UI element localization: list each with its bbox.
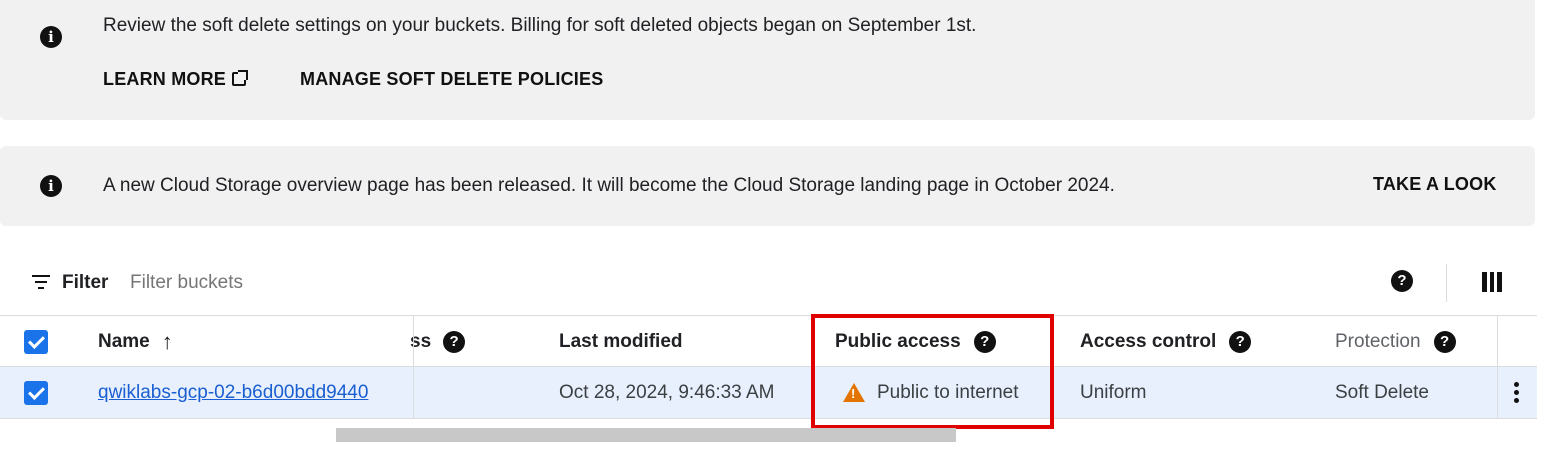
protection-value: Soft Delete [1335, 381, 1429, 403]
filter-bar: Filter Filter buckets ? [0, 262, 1535, 302]
column-header-partial: ss ? [410, 316, 466, 367]
external-link-icon [232, 70, 248, 86]
horizontal-scrollbar[interactable] [336, 428, 956, 442]
bucket-name-link[interactable]: qwiklabs-gcp-02-b6d00bdd9440 [98, 367, 368, 418]
column-header-last-modified[interactable]: Last modified [559, 316, 683, 367]
learn-more-link[interactable]: LEARN MORE [103, 69, 248, 90]
banner-message: Review the soft delete settings on your … [103, 15, 977, 36]
take-a-look-button[interactable]: TAKE A LOOK [1373, 174, 1497, 195]
column-header-protection[interactable]: Protection ? [1335, 316, 1456, 367]
toolbar-divider [1446, 264, 1447, 302]
column-divider [413, 315, 414, 419]
table-row[interactable]: qwiklabs-gcp-02-b6d00bdd9440 Oct 28, 202… [0, 367, 1537, 419]
filter-icon[interactable] [32, 275, 50, 289]
filter-input[interactable]: Filter buckets [130, 272, 243, 294]
soft-delete-banner: i Review the soft delete settings on you… [0, 0, 1535, 120]
public-access-highlight [811, 314, 1054, 429]
table-header-row: Name ↑ ss ? Last modified Public access … [0, 315, 1537, 367]
help-icon[interactable]: ? [1433, 330, 1456, 353]
row-checkbox[interactable] [24, 367, 48, 418]
column-header-label: Access control [1080, 330, 1217, 352]
filter-label[interactable]: Filter [62, 272, 108, 294]
info-icon: i [40, 175, 62, 197]
info-icon: i [40, 26, 62, 48]
overview-page-banner: i A new Cloud Storage overview page has … [0, 146, 1535, 226]
column-header-name[interactable]: Name ↑ [98, 316, 173, 367]
buckets-table: Name ↑ ss ? Last modified Public access … [0, 315, 1537, 419]
last-modified-value: Oct 28, 2024, 9:46:33 AM [559, 381, 775, 403]
sort-ascending-icon: ↑ [161, 328, 173, 354]
banner-message: A new Cloud Storage overview page has be… [103, 175, 1115, 196]
column-header-label: Protection [1335, 330, 1421, 352]
help-icon[interactable]: ? [443, 330, 466, 353]
column-divider [1497, 315, 1498, 419]
column-display-options-icon[interactable] [1482, 272, 1503, 292]
access-control-value: Uniform [1080, 381, 1147, 403]
help-icon[interactable]: ? [1391, 270, 1413, 292]
select-all-checkbox[interactable] [24, 316, 48, 367]
column-header-label: Name [98, 330, 150, 352]
manage-soft-delete-policies-button[interactable]: MANAGE SOFT DELETE POLICIES [300, 69, 603, 90]
help-icon[interactable]: ? [1229, 330, 1252, 353]
more-vert-icon [1514, 382, 1519, 403]
learn-more-label: LEARN MORE [103, 69, 226, 89]
row-actions-menu[interactable] [1514, 367, 1519, 418]
column-header-access-control[interactable]: Access control ? [1080, 316, 1252, 367]
